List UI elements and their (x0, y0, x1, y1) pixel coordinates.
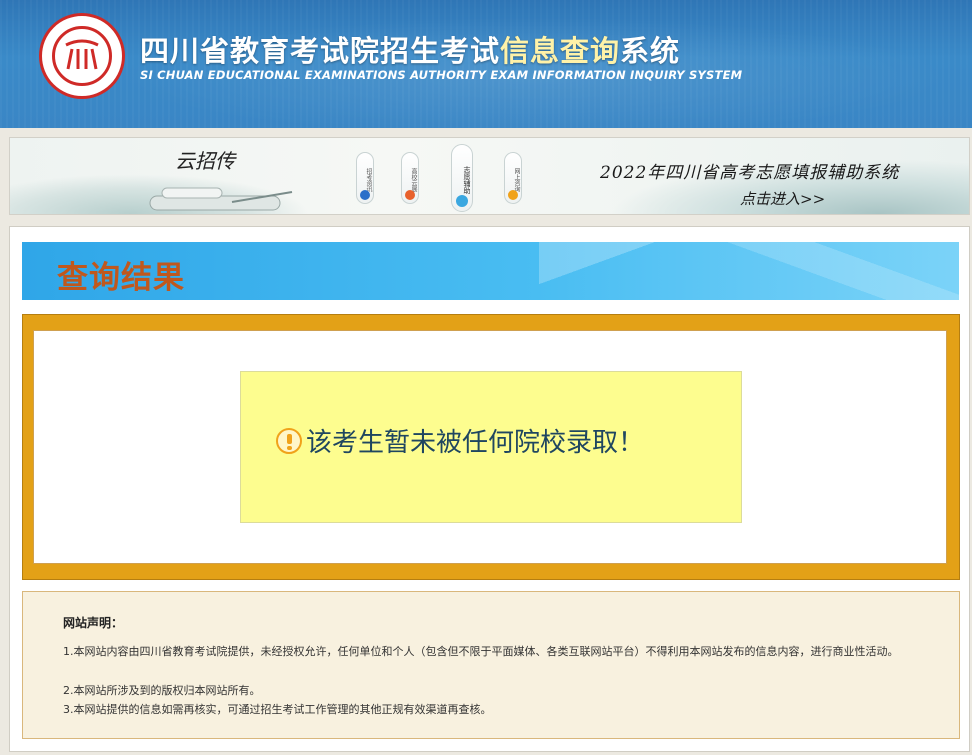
website-notice: 网站声明： 1.本网站内容由四川省教育考试院提供，未经授权允许，任何单位和个人（… (22, 591, 960, 739)
pill-online-consult-label: 网上咨询 (513, 168, 520, 192)
result-inner: 该考生暂未被任何院校录取！ (33, 330, 947, 564)
notice-line-2: 2.本网站所涉及到的版权归本网站所有。 (63, 684, 261, 697)
result-section-title: 查询结果 (57, 260, 185, 296)
pill-volunteer-assist-label: 志愿辅助 (463, 166, 471, 194)
banner-title: 2022年四川省高考志愿填报辅助系统 (600, 163, 900, 183)
banner-enter-link[interactable]: 点击进入>> (740, 188, 825, 209)
scroll-book-icon (149, 187, 293, 211)
result-frame: 该考生暂未被任何院校录取！ (22, 314, 960, 580)
pill-volunteer-assist-icon (456, 195, 468, 207)
pill-exam-news[interactable]: 招考资讯 (356, 152, 374, 204)
result-message-box: 该考生暂未被任何院校录取！ (240, 371, 742, 523)
result-title-bar: 查询结果 (22, 242, 959, 300)
pill-online-consult[interactable]: 网上咨询 (504, 152, 522, 204)
notice-line-1: 1.本网站内容由四川省教育考试院提供，未经授权允许，任何单位和个人（包含但不限于… (63, 645, 899, 658)
seal-emblem-icon (65, 39, 99, 70)
pill-exam-news-icon (360, 190, 370, 200)
site-title-part2: 系统 (620, 34, 681, 68)
result-message: 该考生暂未被任何院校录取！ (276, 422, 644, 459)
site-title-highlight: 信息查询 (500, 34, 621, 68)
site-subtitle: SI CHUAN EDUCATIONAL EXAMINATIONS AUTHOR… (140, 68, 743, 82)
volunteer-system-banner[interactable]: 云招传 招考资讯 高校云展 志愿辅助 网上咨询 2022年四川省高考志愿填报辅助… (9, 137, 970, 215)
site-title: 四川省教育考试院招生考试信息查询系统 (140, 28, 680, 70)
pill-online-consult-icon (508, 190, 518, 200)
pill-exam-news-label: 招考资讯 (365, 168, 372, 192)
banner-brand: 云招传 (175, 149, 235, 173)
notice-line-3: 3.本网站提供的信息如需再核实，可通过招生考试工作管理的其他正规有效渠道再查核。 (63, 703, 492, 716)
site-title-part1: 四川省教育考试院招生考试 (140, 34, 501, 68)
site-header: 四川省教育考试院招生考试信息查询系统 SI CHUAN EDUCATIONAL … (0, 0, 972, 128)
notice-title: 网站声明： (63, 616, 124, 630)
result-message-text: 该考生暂未被任何院校录取！ (306, 428, 645, 458)
pill-college-expo[interactable]: 高校云展 (401, 152, 419, 204)
main-panel: 查询结果 该考生暂未被任何院校录取！ 网站声明： 1.本网站内容由四川省教育考试… (9, 226, 970, 752)
warning-exclamation-icon (276, 427, 302, 454)
sceea-logo-icon (39, 13, 125, 99)
pill-volunteer-assist[interactable]: 志愿辅助 (451, 144, 473, 212)
pill-college-expo-label: 高校云展 (410, 168, 417, 192)
pill-college-expo-icon (405, 190, 415, 200)
